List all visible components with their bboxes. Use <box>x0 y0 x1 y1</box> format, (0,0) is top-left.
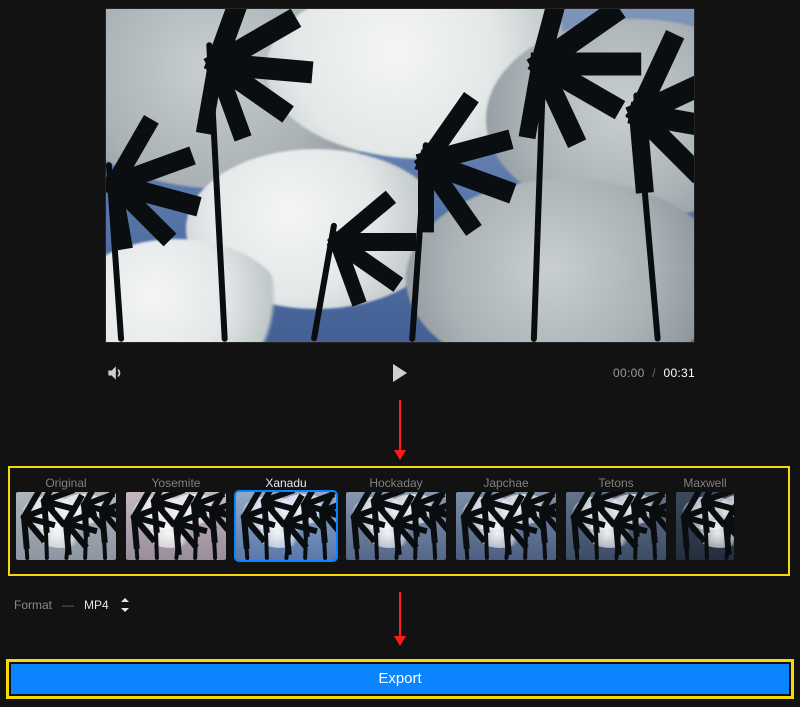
filter-label: Japchae <box>456 474 556 492</box>
player-controls: 00:00 / 00:31 <box>105 353 695 393</box>
filter-original[interactable]: Original <box>16 474 116 568</box>
filter-strip[interactable]: Original Yosemite Xanadu Hockaday Japcha… <box>16 474 782 568</box>
export-button[interactable]: Export <box>11 664 789 694</box>
filter-thumb <box>236 492 336 560</box>
format-value[interactable]: MP4 <box>84 598 109 612</box>
current-time: 00:00 <box>613 366 645 380</box>
filter-maxwell[interactable]: Maxwell <box>676 474 734 568</box>
filter-japchae[interactable]: Japchae <box>456 474 556 568</box>
chevron-updown-icon[interactable] <box>119 598 129 612</box>
preview-area: 00:00 / 00:31 <box>0 0 800 420</box>
filter-yosemite[interactable]: Yosemite <box>126 474 226 568</box>
annotation-arrow-icon <box>392 592 408 646</box>
filter-thumb <box>676 492 734 560</box>
filter-thumb <box>346 492 446 560</box>
filter-strip-highlight: Original Yosemite Xanadu Hockaday Japcha… <box>8 466 790 576</box>
filter-label: Tetons <box>566 474 666 492</box>
duration: 00:31 <box>663 366 695 380</box>
export-highlight: Export <box>6 659 794 699</box>
time-display: 00:00 / 00:31 <box>613 366 695 380</box>
filter-label: Original <box>16 474 116 492</box>
time-separator: / <box>652 366 656 380</box>
filter-xanadu[interactable]: Xanadu <box>236 474 336 568</box>
filter-thumb <box>456 492 556 560</box>
filter-label: Yosemite <box>126 474 226 492</box>
filter-hockaday[interactable]: Hockaday <box>346 474 446 568</box>
volume-icon[interactable] <box>105 363 125 383</box>
annotation-arrow-icon <box>392 400 408 460</box>
filter-tetons[interactable]: Tetons <box>566 474 666 568</box>
filter-label: Maxwell <box>676 474 734 492</box>
format-row: Format — MP4 <box>14 598 129 612</box>
filter-thumb <box>16 492 116 560</box>
filter-label: Xanadu <box>236 474 336 492</box>
filter-thumb <box>126 492 226 560</box>
video-preview[interactable] <box>105 8 695 343</box>
video-editor-app: 00:00 / 00:31 Original Yosemite Xanadu <box>0 0 800 707</box>
play-button[interactable] <box>393 364 407 382</box>
filter-thumb <box>566 492 666 560</box>
format-label: Format <box>14 598 52 612</box>
format-dash: — <box>62 598 74 612</box>
filter-label: Hockaday <box>346 474 446 492</box>
